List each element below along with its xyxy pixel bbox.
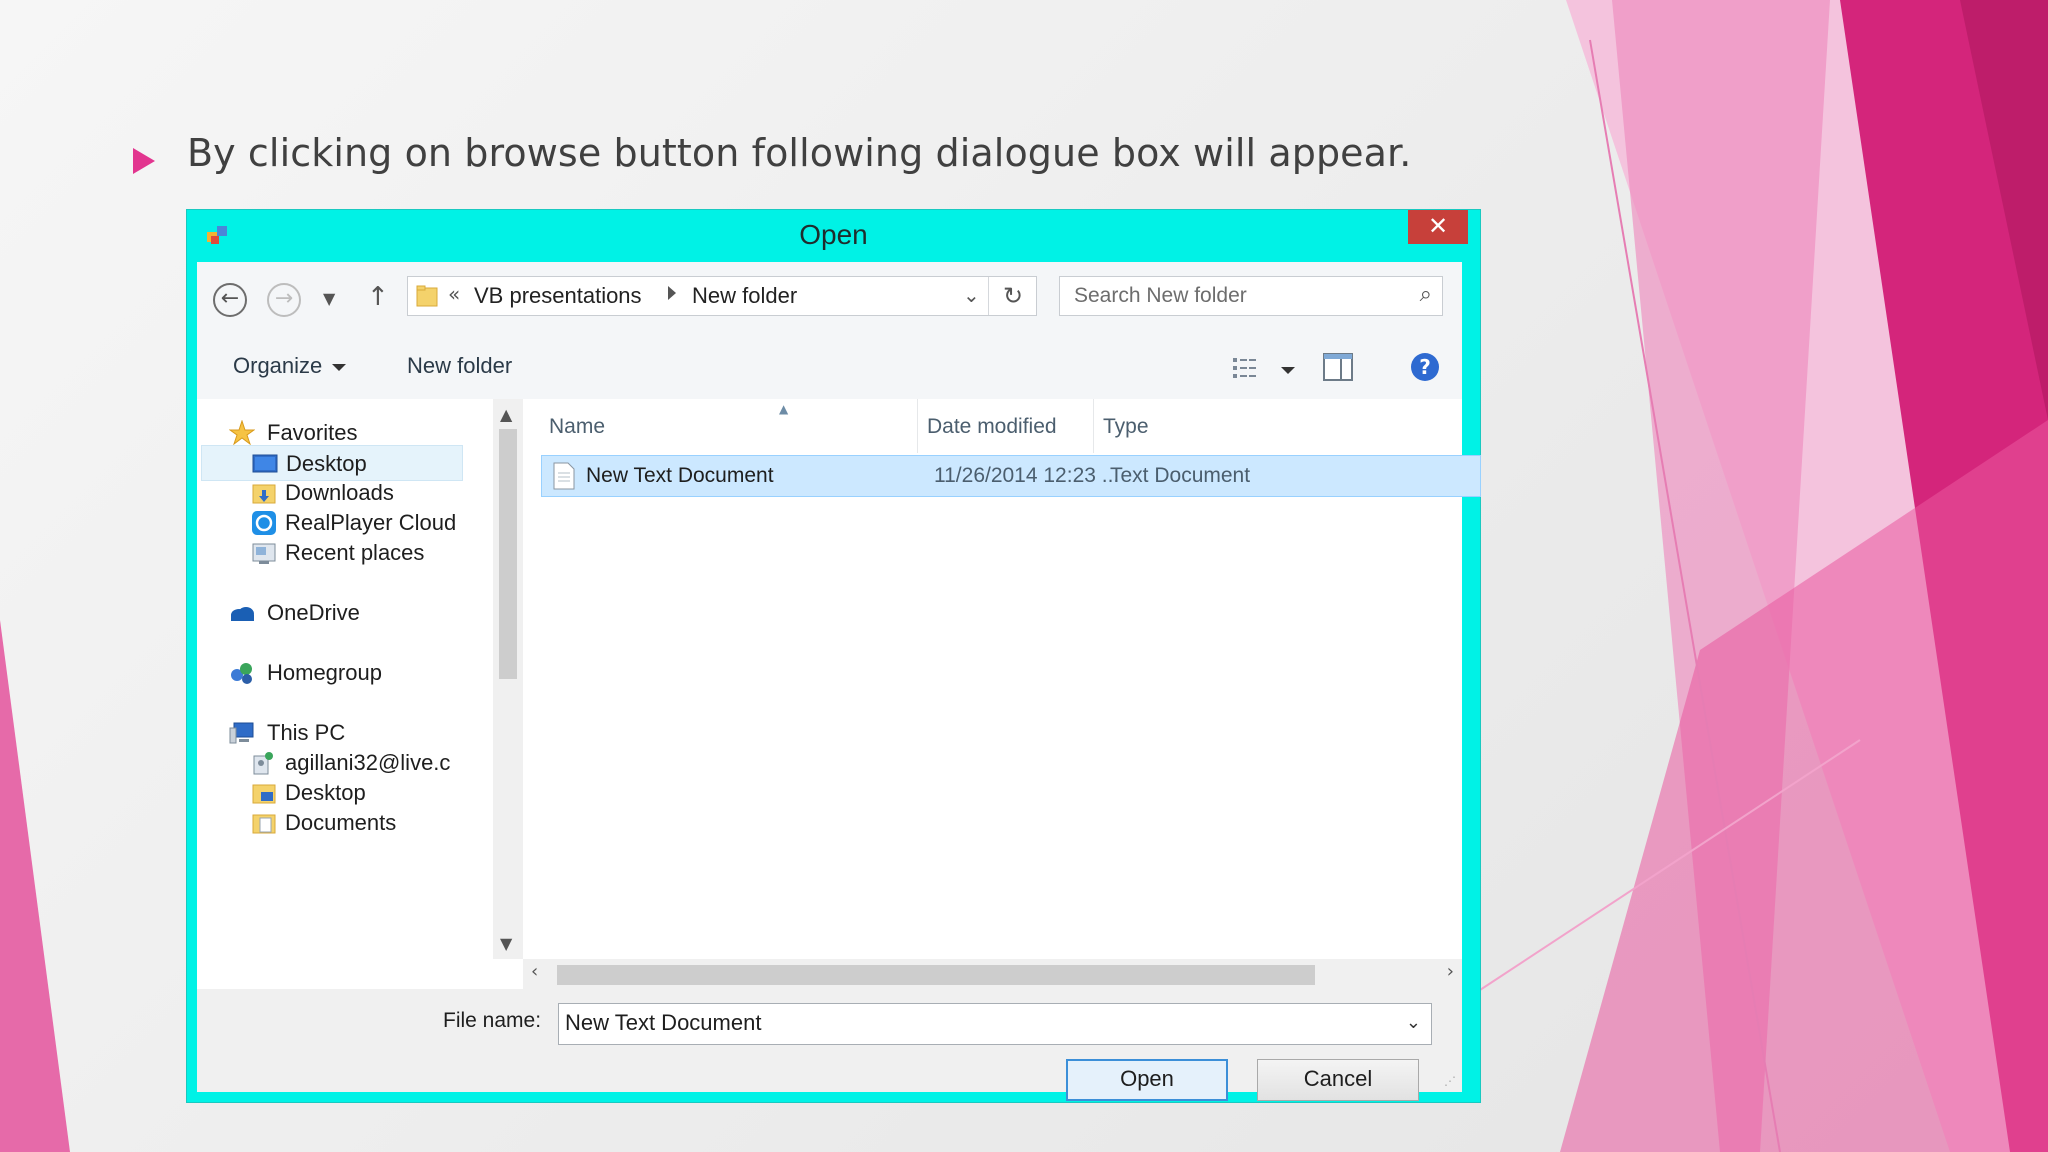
command-toolbar: Organize New folder ?: [197, 337, 1462, 400]
address-bar[interactable]: « VB presentations New folder ⌄ ↻: [407, 276, 1037, 316]
refresh-icon[interactable]: ↻: [988, 277, 1037, 315]
dialog-title: Open: [799, 219, 868, 250]
address-overflow-icon[interactable]: «: [448, 282, 460, 306]
file-name-combobox[interactable]: New Text Document ⌄: [558, 1003, 1432, 1045]
nav-label: Desktop: [286, 451, 367, 476]
navigation-pane-scrollbar[interactable]: ▲ ▼: [493, 399, 523, 959]
close-button[interactable]: ✕: [1408, 210, 1468, 244]
file-name-cell: New Text Document: [586, 464, 774, 487]
nav-item-onedrive[interactable]: OneDrive: [217, 595, 487, 631]
scroll-right-icon[interactable]: ›: [1447, 961, 1454, 982]
title-bar[interactable]: Open ✕: [187, 210, 1480, 262]
dialog-client: ← → ▼ ↑ « VB presentations New folder ⌄ …: [197, 262, 1481, 1101]
column-divider[interactable]: [1093, 399, 1094, 453]
search-icon[interactable]: ⌕: [1420, 282, 1432, 307]
nav-label: Favorites: [267, 420, 358, 445]
nav-label: This PC: [267, 720, 346, 745]
text-document-icon: [553, 462, 575, 490]
nav-label: agillani32@live.c: [285, 750, 451, 775]
folder-icon: [252, 784, 276, 804]
file-list: ▲ Name Date modified Type New Text Docum…: [523, 399, 1481, 959]
back-arrow-icon[interactable]: ←: [213, 283, 247, 317]
file-name-input[interactable]: New Text Document: [565, 1010, 761, 1035]
star-icon: [229, 420, 255, 446]
file-list-horizontal-scrollbar[interactable]: ‹ ›: [523, 959, 1462, 989]
computer-icon: [229, 722, 254, 744]
bg-shape-left: [0, 620, 70, 1152]
file-name-dropdown-icon[interactable]: ⌄: [1406, 1012, 1421, 1033]
desktop-icon: [252, 454, 278, 473]
up-arrow-icon[interactable]: ↑: [367, 282, 389, 312]
scrollbar-thumb[interactable]: [557, 965, 1315, 985]
organize-caret-icon: [332, 363, 347, 371]
slide-bullet-text: By clicking on browse button following d…: [187, 131, 1412, 175]
folder-icon: [416, 285, 438, 307]
recent-places-icon: [252, 543, 276, 564]
homegroup-icon: [231, 663, 252, 684]
preview-pane-icon[interactable]: [1323, 353, 1353, 381]
downloads-folder-icon: [252, 484, 276, 504]
view-dropdown-icon[interactable]: [1281, 367, 1295, 374]
recent-locations-chevron-icon[interactable]: ▼: [323, 289, 335, 308]
navigation-pane: Favorites Desktop Downloads RealPlayer C…: [197, 399, 493, 959]
scroll-down-icon[interactable]: ▼: [500, 934, 512, 953]
sort-ascending-icon: ▲: [779, 402, 789, 416]
open-button[interactable]: Open: [1066, 1059, 1228, 1101]
nav-item-homegroup[interactable]: Homegroup: [217, 655, 487, 691]
cancel-button[interactable]: Cancel: [1257, 1059, 1419, 1101]
realplayer-cloud-icon: [252, 511, 276, 535]
help-icon[interactable]: ?: [1411, 353, 1439, 381]
nav-label: Documents: [285, 810, 397, 835]
file-date-cell: 11/26/2014 12:23 ...: [934, 464, 1120, 487]
nav-item-recent-places[interactable]: Recent places: [217, 535, 487, 571]
column-header-type[interactable]: Type: [1103, 415, 1149, 439]
column-divider[interactable]: [917, 399, 918, 453]
breadcrumb-new-folder[interactable]: New folder: [692, 283, 797, 309]
search-input[interactable]: Search New folder: [1074, 284, 1247, 308]
organize-menu[interactable]: Organize: [233, 353, 347, 379]
slide-bullet-arrow: [133, 148, 155, 174]
onedrive-icon: [231, 607, 254, 621]
nav-label: Desktop: [285, 780, 366, 805]
navigation-bar: ← → ▼ ↑ « VB presentations New folder ⌄ …: [197, 262, 1462, 337]
nav-label: Downloads: [285, 480, 394, 505]
nav-label: RealPlayer Cloud: [285, 510, 457, 535]
scroll-left-icon[interactable]: ‹: [531, 961, 538, 982]
file-name-label: File name:: [443, 1009, 542, 1032]
file-type-cell: Text Document: [1110, 464, 1251, 487]
nav-item-documents[interactable]: Documents: [217, 805, 487, 841]
breadcrumb-separator-icon[interactable]: [668, 286, 676, 300]
address-dropdown-icon[interactable]: ⌄: [963, 283, 980, 307]
resize-grip-icon[interactable]: ⋰: [1444, 1074, 1456, 1088]
breadcrumb-vb-presentations[interactable]: VB presentations: [474, 283, 642, 309]
open-dialog: Open ✕ ← → ▼ ↑ « VB presentations New fo…: [186, 209, 1481, 1103]
column-header-date-modified[interactable]: Date modified: [927, 415, 1057, 439]
forward-arrow-icon[interactable]: →: [267, 283, 301, 317]
new-folder-button[interactable]: New folder: [407, 353, 512, 379]
scrollbar-thumb[interactable]: [499, 429, 517, 679]
table-row[interactable]: New Text Document 11/26/2014 12:23 ... T…: [541, 455, 1481, 497]
dialog-footer: File name: New Text Document ⌄ Open Canc…: [197, 989, 1462, 1101]
nav-label: Recent places: [285, 540, 425, 565]
view-options-icon[interactable]: [1231, 355, 1259, 381]
user-folder-icon: [253, 752, 273, 775]
nav-label: OneDrive: [267, 600, 360, 625]
organize-label: Organize: [233, 353, 323, 378]
documents-folder-icon: [252, 814, 276, 834]
column-header-name[interactable]: Name: [549, 415, 605, 439]
scroll-up-icon[interactable]: ▲: [500, 405, 512, 424]
search-box[interactable]: Search New folder ⌕: [1059, 276, 1443, 316]
nav-label: Homegroup: [267, 660, 382, 685]
